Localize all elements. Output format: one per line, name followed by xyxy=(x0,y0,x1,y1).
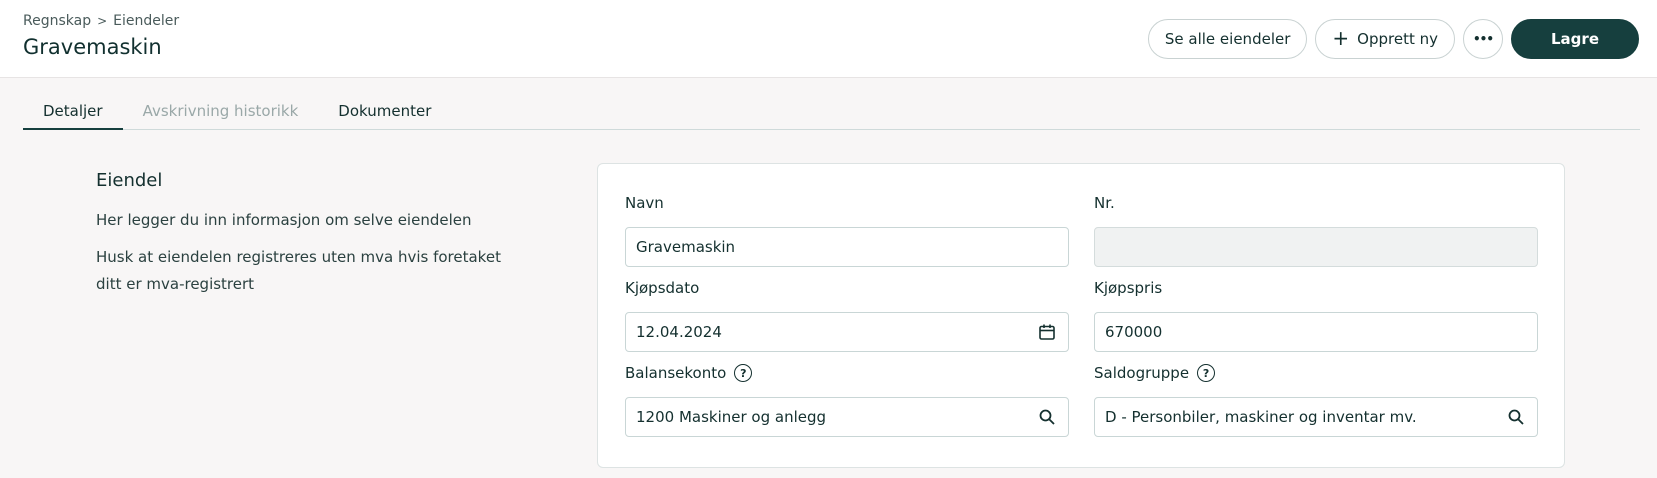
create-new-button[interactable]: + Opprett ny xyxy=(1315,19,1455,59)
field-nr: Nr. xyxy=(1094,192,1538,267)
see-all-assets-button[interactable]: Se alle eiendeler xyxy=(1147,19,1308,59)
help-icon[interactable]: ? xyxy=(734,364,753,382)
search-icon[interactable] xyxy=(1036,406,1058,428)
calendar-icon[interactable] xyxy=(1036,321,1058,343)
help-icon[interactable]: ? xyxy=(1197,364,1216,382)
balansekonto-label: Balansekonto ? xyxy=(625,362,1069,384)
navn-label-text: Navn xyxy=(625,194,664,212)
kjopspris-value: 670000 xyxy=(1105,323,1163,341)
asset-form-card: Navn Gravemaskin Nr. Kjøpsdato 12.04.202… xyxy=(597,163,1565,468)
field-saldogruppe: Saldogruppe ? D - Personbiler, maskiner … xyxy=(1094,362,1538,437)
save-button[interactable]: Lagre xyxy=(1511,19,1639,59)
field-kjopsdato: Kjøpsdato 12.04.2024 xyxy=(625,277,1069,352)
tab-bar: Detaljer Avskrivning historikk Dokumente… xyxy=(23,98,1640,130)
tab-dokumenter[interactable]: Dokumenter xyxy=(318,98,451,130)
saldogruppe-label: Saldogruppe ? xyxy=(1094,362,1538,384)
create-new-label: Opprett ny xyxy=(1357,30,1438,48)
nr-label: Nr. xyxy=(1094,192,1538,214)
more-options-button[interactable]: ••• xyxy=(1463,19,1503,59)
balansekonto-label-text: Balansekonto xyxy=(625,364,727,382)
kjopsdato-value: 12.04.2024 xyxy=(636,323,722,341)
breadcrumb-item-eiendeler[interactable]: Eiendeler xyxy=(113,13,179,29)
kjopspris-label: Kjøpspris xyxy=(1094,277,1538,299)
plus-icon: + xyxy=(1332,26,1350,50)
kjopspris-label-text: Kjøpspris xyxy=(1094,279,1163,297)
section-description: Her legger du inn informasjon om selve e… xyxy=(96,211,472,229)
header-actions: Se alle eiendeler + Opprett ny ••• Lagre xyxy=(1147,19,1639,59)
nr-label-text: Nr. xyxy=(1094,194,1115,212)
navn-value: Gravemaskin xyxy=(636,238,736,256)
see-all-assets-label: Se alle eiendeler xyxy=(1164,30,1291,48)
search-icon[interactable] xyxy=(1505,406,1527,428)
navn-label: Navn xyxy=(625,192,1069,214)
tab-avskrivning-historikk[interactable]: Avskrivning historikk xyxy=(123,98,319,130)
field-navn: Navn Gravemaskin xyxy=(625,192,1069,267)
navn-input[interactable]: Gravemaskin xyxy=(625,227,1069,267)
saldogruppe-input[interactable]: D - Personbiler, maskiner og inventar mv… xyxy=(1094,397,1538,437)
section-info: Eiendel Her legger du inn informasjon om… xyxy=(96,170,566,308)
save-label: Lagre xyxy=(1551,30,1599,48)
breadcrumb: Regnskap > Eiendeler xyxy=(23,13,179,29)
kjopsdato-label: Kjøpsdato xyxy=(625,277,1069,299)
tab-detaljer[interactable]: Detaljer xyxy=(23,98,123,130)
field-balansekonto: Balansekonto ? 1200 Maskiner og anlegg xyxy=(625,362,1069,437)
breadcrumb-item-regnskap[interactable]: Regnskap xyxy=(23,13,91,29)
kjopsdato-input[interactable]: 12.04.2024 xyxy=(625,312,1069,352)
section-title: Eiendel xyxy=(96,170,163,191)
section-vat-note: Husk at eiendelen registreres uten mva h… xyxy=(96,248,501,293)
breadcrumb-separator: > xyxy=(97,14,108,28)
balansekonto-value: 1200 Maskiner og anlegg xyxy=(636,408,827,426)
page-title: Gravemaskin xyxy=(23,35,162,59)
page-header: Regnskap > Eiendeler Gravemaskin Se alle… xyxy=(0,0,1657,78)
field-kjopspris: Kjøpspris 670000 xyxy=(1094,277,1538,352)
balansekonto-input[interactable]: 1200 Maskiner og anlegg xyxy=(625,397,1069,437)
more-dots-icon: ••• xyxy=(1472,32,1494,46)
saldogruppe-label-text: Saldogruppe xyxy=(1094,364,1190,382)
nr-input[interactable] xyxy=(1094,227,1538,267)
kjopsdato-label-text: Kjøpsdato xyxy=(625,279,700,297)
kjopspris-input[interactable]: 670000 xyxy=(1094,312,1538,352)
saldogruppe-value: D - Personbiler, maskiner og inventar mv… xyxy=(1105,408,1417,426)
